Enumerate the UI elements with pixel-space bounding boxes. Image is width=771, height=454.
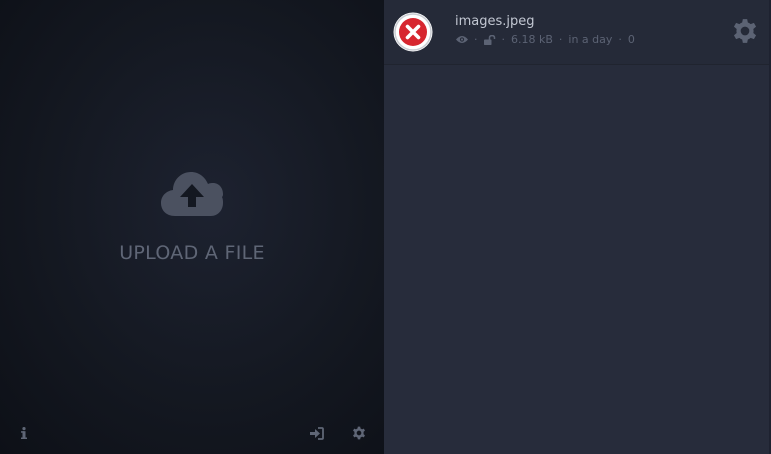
login-icon[interactable] — [309, 425, 325, 441]
file-meta: · · 6.18 kB · in a day · 0 — [456, 33, 635, 46]
meta-separator: · — [501, 33, 506, 46]
cloud-upload-icon — [161, 170, 223, 222]
unlock-icon[interactable] — [483, 34, 496, 45]
file-row[interactable]: images.jpeg · · 6.18 kB · in a day · 0 — [384, 0, 771, 65]
file-list-panel: images.jpeg · · 6.18 kB · in a day · 0 — [384, 0, 771, 454]
file-size: 6.18 kB — [511, 33, 553, 46]
upload-panel: UPLOAD A FILE — [0, 0, 384, 454]
file-expiry: in a day — [568, 33, 613, 46]
error-x-icon — [393, 12, 433, 52]
eye-icon[interactable] — [456, 35, 468, 44]
meta-separator: · — [474, 33, 478, 46]
gear-icon[interactable] — [351, 425, 367, 441]
upload-dropzone[interactable]: UPLOAD A FILE — [0, 170, 384, 264]
upload-label: UPLOAD A FILE — [119, 242, 265, 264]
meta-separator: · — [618, 33, 622, 46]
meta-separator: · — [558, 33, 563, 46]
download-count: 0 — [627, 33, 635, 46]
info-icon[interactable] — [16, 425, 32, 441]
app-window: UPLOAD A FILE images.jpeg · · 6.18 kB · … — [0, 0, 771, 454]
file-name[interactable]: images.jpeg — [455, 14, 535, 29]
file-settings-gear-icon[interactable] — [732, 18, 758, 44]
